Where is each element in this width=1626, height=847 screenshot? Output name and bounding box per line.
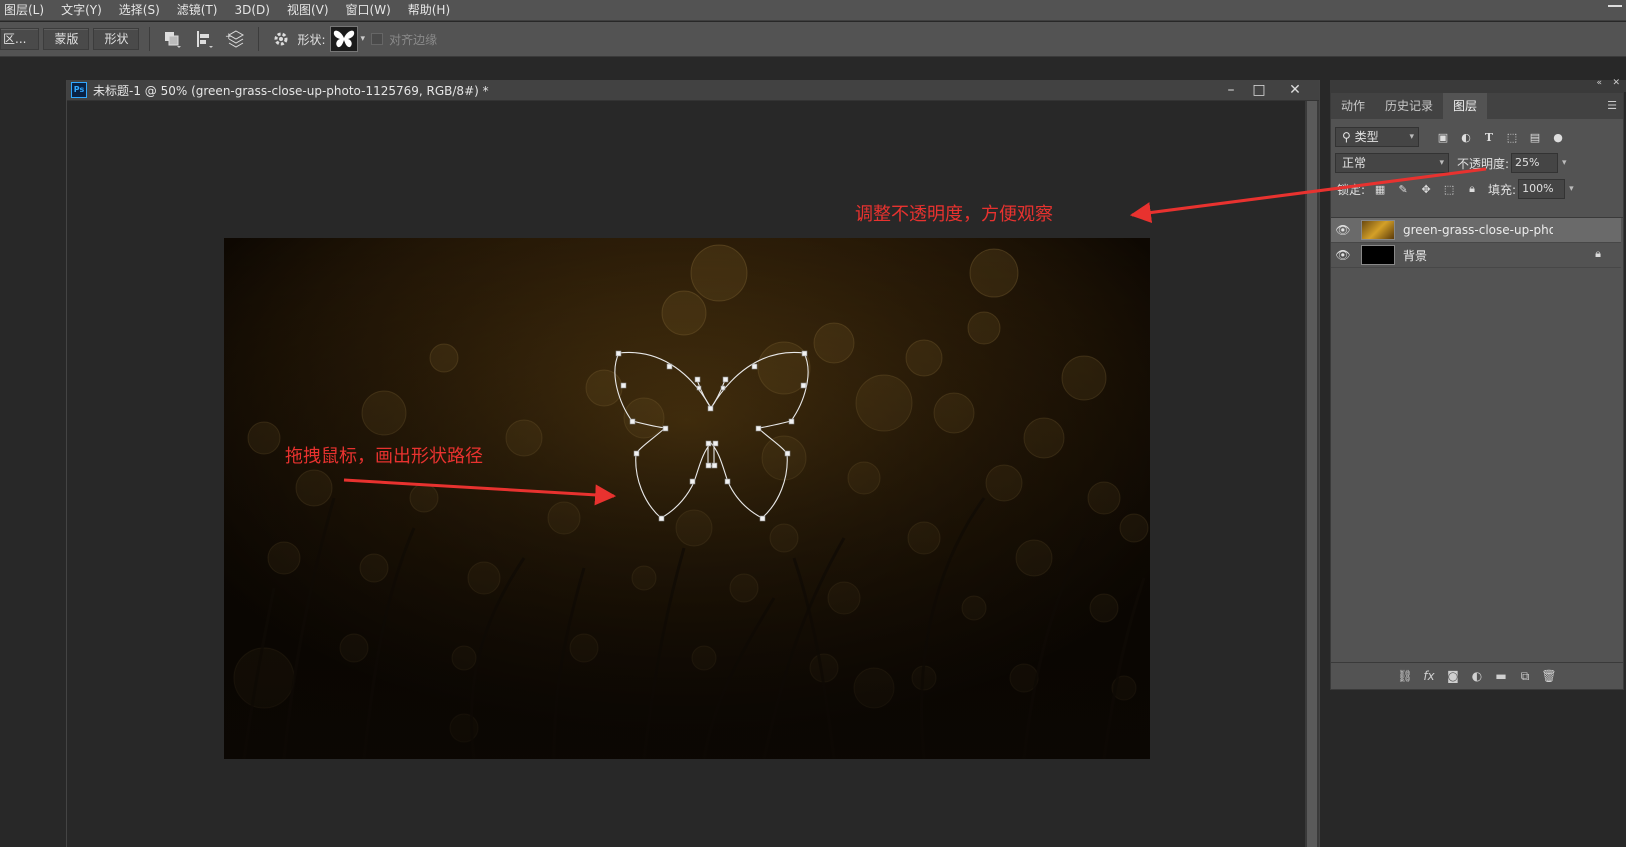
collapse-icon[interactable]: «	[1596, 78, 1602, 88]
filter-row: ⚲ 类型 ▾ ▣ ◐ T ⬚ ▤ ●	[1331, 125, 1623, 149]
fill-value: 100%	[1522, 182, 1554, 195]
new-layer-icon[interactable]: ⧉	[1515, 666, 1535, 686]
layers-list: 👁︎ green-grass-close-up-pho... 👁︎ 背景 🔒︎	[1331, 217, 1623, 586]
fill-input[interactable]: 100%	[1518, 179, 1566, 199]
divider	[149, 27, 151, 51]
filter-kind-value: 类型	[1354, 130, 1379, 144]
smart-object-filter-icon[interactable]: ▤	[1527, 129, 1543, 145]
menu-window[interactable]: 窗口(W)	[338, 0, 400, 20]
layer-thumbnail	[1361, 245, 1395, 265]
chevron-down-icon: ▾	[1409, 132, 1414, 142]
path-arrangement-icon[interactable]: +	[224, 27, 248, 51]
opacity-value: 25%	[1515, 156, 1540, 169]
selection-button[interactable]: 区...	[0, 28, 40, 50]
opacity-input[interactable]: 25%	[1511, 153, 1559, 173]
document-titlebar[interactable]: Ps 未标题-1 @ 50% (green-grass-close-up-pho…	[67, 80, 1319, 101]
menu-help[interactable]: 帮助(H)	[400, 0, 459, 20]
menu-bar: 图层(L) 文字(Y) 选择(S) 滤镜(T) 3D(D) 视图(V) 窗口(W…	[0, 0, 1626, 21]
bokeh-grass-photo	[224, 238, 1150, 759]
shape-filter-icon[interactable]: ⬚	[1504, 129, 1520, 145]
panel-tabs: 动作 历史记录 图层 ☰	[1331, 93, 1623, 119]
mask-button[interactable]: 蒙版	[43, 28, 90, 50]
butterfly-icon	[333, 30, 354, 48]
gear-icon[interactable]	[269, 27, 293, 51]
panel-dock-header[interactable]: « ✕	[1330, 78, 1626, 92]
blend-mode-dropdown[interactable]: 正常 ▾	[1335, 153, 1449, 173]
filter-toggle-icon[interactable]: ●	[1550, 129, 1566, 145]
menu-select[interactable]: 选择(S)	[111, 0, 169, 20]
fill-label: 填充:	[1488, 182, 1517, 197]
vertical-scrollbar[interactable]	[1305, 101, 1319, 847]
chevron-down-icon[interactable]: ▾	[361, 34, 366, 44]
tab-layers[interactable]: 图层	[1443, 93, 1488, 119]
panel-menu-icon[interactable]: ☰	[1607, 99, 1617, 112]
opacity-label: 不透明度:	[1457, 156, 1510, 171]
lock-image-icon[interactable]: ✎	[1395, 181, 1411, 197]
scrollbar-thumb[interactable]	[1307, 101, 1317, 847]
shape-button[interactable]: 形状	[93, 28, 140, 50]
menu-3d[interactable]: 3D(D)	[226, 0, 278, 20]
menu-layer[interactable]: 图层(L)	[0, 0, 53, 20]
chevron-down-icon[interactable]: ▾	[1569, 184, 1574, 194]
menu-view[interactable]: 视图(V)	[279, 0, 338, 20]
path-alignment-icon[interactable]	[192, 27, 216, 51]
path-operations-icon[interactable]	[160, 27, 184, 51]
drag-annotation: 拖拽鼠标，画出形状路径	[285, 446, 483, 467]
lock-icon[interactable]: 🔒︎	[1595, 247, 1601, 261]
lock-position-icon[interactable]: ✥	[1418, 181, 1434, 197]
shape-picker[interactable]	[329, 26, 358, 52]
layer-row-photo[interactable]: 👁︎ green-grass-close-up-pho...	[1331, 218, 1621, 243]
lock-artboard-icon[interactable]: ⬚	[1441, 181, 1457, 197]
align-edges-label: 对齐边缘	[389, 32, 438, 47]
search-icon: ⚲	[1342, 130, 1355, 144]
tab-history[interactable]: 历史记录	[1375, 93, 1443, 119]
layer-row-background[interactable]: 👁︎ 背景 🔒︎	[1331, 243, 1621, 268]
eye-icon[interactable]: 👁︎	[1331, 248, 1355, 262]
maximize-icon[interactable]: □	[1245, 80, 1273, 100]
right-panel-dock: « ✕ 动作 历史记录 图层 ☰ ⚲ 类型 ▾ ▣ ◐ T ⬚ ▤ ● 正常 ▾	[1322, 78, 1626, 847]
lock-transparent-icon[interactable]: ▦	[1372, 181, 1388, 197]
fx-icon[interactable]: fx	[1419, 666, 1439, 686]
adjustment-filter-icon[interactable]: ◐	[1458, 129, 1474, 145]
layer-name[interactable]: green-grass-close-up-pho...	[1403, 223, 1553, 237]
options-bar: 区... 蒙版 形状 + 形状: ▾ 对齐边缘	[0, 22, 1626, 57]
lock-label: 锁定:	[1337, 182, 1366, 197]
svg-text:+: +	[225, 32, 233, 42]
layer-thumbnail	[1361, 220, 1395, 240]
layers-panel: 动作 历史记录 图层 ☰ ⚲ 类型 ▾ ▣ ◐ T ⬚ ▤ ● 正常 ▾ 不透明…	[1330, 92, 1624, 690]
chevron-down-icon[interactable]: ▾	[1562, 158, 1567, 168]
adjustment-layer-icon[interactable]: ◐	[1467, 666, 1487, 686]
close-icon[interactable]: ✕	[1612, 78, 1620, 88]
image-filter-icon[interactable]: ▣	[1435, 129, 1451, 145]
type-filter-icon[interactable]: T	[1481, 129, 1497, 145]
align-edges-checkbox[interactable]	[371, 33, 384, 45]
canvas-image[interactable]	[224, 238, 1150, 759]
minimize-icon[interactable]: –	[1217, 80, 1245, 100]
opacity-annotation: 调整不透明度，方便观察	[855, 204, 1053, 225]
menu-filter[interactable]: 滤镜(T)	[169, 0, 227, 20]
lock-all-icon[interactable]: 🔒︎	[1464, 181, 1480, 197]
close-icon[interactable]: ✕	[1281, 80, 1309, 100]
mask-icon[interactable]: ◙	[1443, 666, 1463, 686]
chevron-down-icon: ▾	[1439, 158, 1444, 168]
layer-name[interactable]: 背景	[1403, 247, 1553, 264]
link-icon[interactable]: ⛓︎	[1395, 666, 1415, 686]
tab-actions[interactable]: 动作	[1331, 93, 1375, 119]
document-title: 未标题-1 @ 50% (green-grass-close-up-photo-…	[93, 83, 489, 98]
minimize-icon[interactable]	[1608, 5, 1622, 7]
folder-icon[interactable]: ▬	[1491, 666, 1511, 686]
divider	[258, 27, 260, 51]
lock-row: 锁定: ▦ ✎ ✥ ⬚ 🔒︎ 填充: 100% ▾	[1331, 177, 1623, 201]
photoshop-icon: Ps	[71, 82, 87, 98]
layers-footer: ⛓︎ fx ◙ ◐ ▬ ⧉ 🗑︎	[1331, 662, 1623, 689]
blend-row: 正常 ▾ 不透明度: 25% ▾	[1331, 151, 1623, 175]
shape-label: 形状:	[297, 32, 326, 47]
trash-icon[interactable]: 🗑︎	[1539, 666, 1559, 686]
blend-mode-value: 正常	[1342, 156, 1367, 170]
filter-kind-dropdown[interactable]: ⚲ 类型 ▾	[1335, 127, 1419, 147]
menu-type[interactable]: 文字(Y)	[53, 0, 111, 20]
eye-icon[interactable]: 👁︎	[1331, 223, 1355, 237]
